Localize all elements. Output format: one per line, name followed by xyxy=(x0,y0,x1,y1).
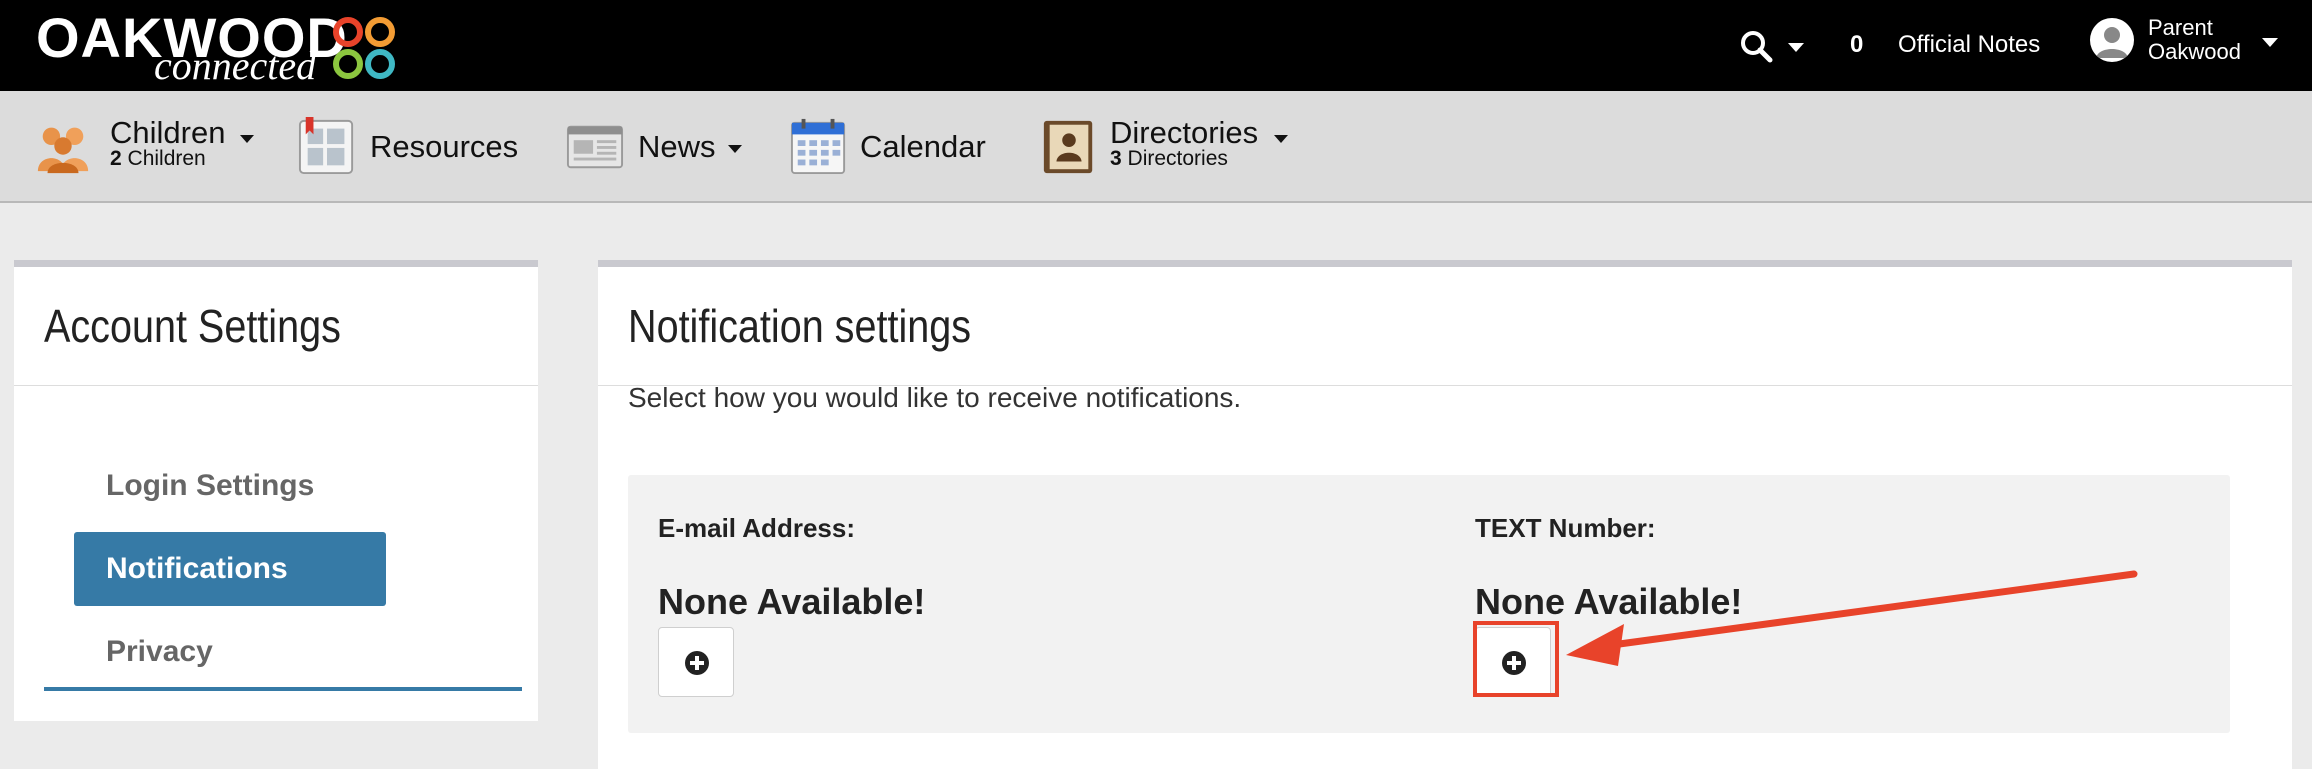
children-icon xyxy=(37,127,89,174)
annotation-highlight-box xyxy=(1473,621,1559,697)
user-first-name: Parent xyxy=(2148,15,2213,40)
user-menu[interactable]: Parent Oakwood xyxy=(2148,16,2241,64)
logo-sub-text: connected xyxy=(154,43,317,88)
search-chevron-down-icon[interactable] xyxy=(1788,43,1804,52)
oakwood-connected-logo[interactable]: OAKWOOD connected xyxy=(36,8,416,88)
menu-underline xyxy=(44,687,522,691)
official-notes-count[interactable]: 0 xyxy=(1850,31,1863,59)
resources-icon xyxy=(298,117,354,175)
directories-count: 3 xyxy=(1110,147,1122,170)
menu-privacy[interactable]: Privacy xyxy=(74,615,386,689)
plus-circle-icon xyxy=(685,651,709,675)
user-avatar-icon[interactable] xyxy=(2090,18,2134,62)
nav-news[interactable]: News xyxy=(566,91,766,201)
nav-resources-label: Resources xyxy=(370,129,519,164)
children-chevron-down-icon xyxy=(240,135,254,143)
children-sub-label: Children xyxy=(127,147,206,170)
logo-rings-icon xyxy=(333,17,395,79)
notification-settings-title: Notification settings xyxy=(628,300,972,352)
news-chevron-down-icon xyxy=(728,145,742,153)
nav-directories-sub: 3 Directories xyxy=(1110,147,1228,171)
children-count: 2 xyxy=(110,147,122,170)
email-address-label: E-mail Address: xyxy=(658,513,855,543)
nav-children-label: Children xyxy=(110,115,226,150)
account-settings-title: Account Settings xyxy=(44,300,341,352)
account-settings-divider xyxy=(14,385,538,386)
menu-notifications[interactable]: Notifications xyxy=(74,532,386,606)
email-address-value: None Available! xyxy=(658,581,926,622)
nav-directories[interactable]: Directories 3 Directories xyxy=(1040,91,1300,201)
text-number-label: TEXT Number: xyxy=(1475,513,1656,543)
nav-directories-label: Directories xyxy=(1110,115,1259,150)
menu-login-settings[interactable]: Login Settings xyxy=(74,449,386,523)
user-chevron-down-icon[interactable] xyxy=(2262,38,2278,47)
nav-news-label: News xyxy=(638,129,716,164)
top-bar: OAKWOOD connected 0 Official Notes Paren… xyxy=(0,0,2312,91)
directories-sub-label: Directories xyxy=(1127,147,1228,170)
news-icon xyxy=(566,125,624,169)
calendar-icon xyxy=(790,118,846,175)
notification-description: Select how you would like to receive not… xyxy=(628,382,1242,413)
main-nav: Children 2 Children Resources News Calen… xyxy=(0,91,2312,203)
notification-channels-box: E-mail Address: None Available! TEXT Num… xyxy=(628,475,2230,733)
nav-calendar-label: Calendar xyxy=(860,129,986,164)
search-icon[interactable] xyxy=(1738,28,1774,64)
account-settings-card: Account Settings Login Settings Notifica… xyxy=(14,260,538,721)
notification-settings-card: Notification settings Select how you wou… xyxy=(598,260,2292,769)
nav-calendar[interactable]: Calendar xyxy=(790,91,1010,201)
directory-book-icon xyxy=(1043,120,1093,174)
directories-chevron-down-icon xyxy=(1274,135,1288,143)
text-number-value: None Available! xyxy=(1475,581,1743,622)
official-notes-link[interactable]: Official Notes xyxy=(1898,31,2040,59)
add-email-button[interactable] xyxy=(658,627,734,697)
nav-children[interactable]: Children 2 Children xyxy=(34,91,264,201)
user-last-name: Oakwood xyxy=(2148,39,2241,64)
nav-resources[interactable]: Resources xyxy=(298,91,528,201)
nav-children-sub: 2 Children xyxy=(110,147,206,171)
